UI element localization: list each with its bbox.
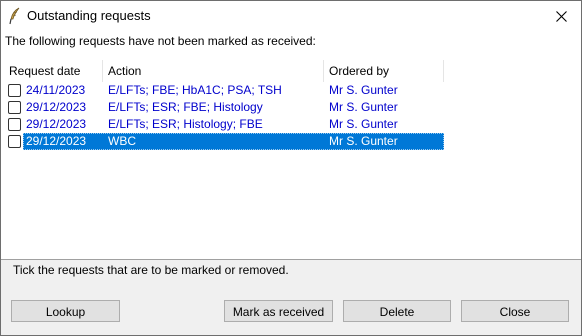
close-button[interactable]: Close [461, 300, 569, 322]
row-checkbox[interactable] [8, 101, 21, 114]
title-bar[interactable]: Outstanding requests [1, 1, 581, 31]
column-separator[interactable] [443, 60, 444, 82]
intro-text: The following requests have not been mar… [5, 34, 316, 48]
column-header-action[interactable]: Action [103, 60, 323, 82]
list-item[interactable]: 29/12/2023 E/LFTs; ESR; Histology; FBE M… [4, 116, 444, 133]
mark-as-received-button[interactable]: Mark as received [224, 300, 333, 322]
feather-quill-icon [7, 7, 23, 25]
list-header: Request date Action Ordered by [4, 60, 444, 83]
request-action: WBC [108, 134, 136, 148]
lookup-button[interactable]: Lookup [11, 300, 120, 322]
ordered-by: Mr S. Gunter [329, 134, 398, 148]
delete-button[interactable]: Delete [343, 300, 451, 322]
request-date: 29/12/2023 [26, 117, 87, 131]
request-date: 29/12/2023 [26, 100, 87, 114]
request-date: 24/11/2023 [26, 83, 86, 97]
request-action: E/LFTs; ESR; Histology; FBE [108, 117, 263, 131]
panel-divider [1, 259, 581, 260]
ordered-by: Mr S. Gunter [329, 100, 398, 114]
list-item-selected[interactable]: 29/12/2023 WBC Mr S. Gunter [4, 133, 444, 150]
list-item[interactable]: 24/11/2023 E/LFTs; FBE; HbA1C; PSA; TSH … [4, 82, 444, 99]
window-title: Outstanding requests [27, 8, 151, 23]
hint-text: Tick the requests that are to be marked … [13, 263, 289, 277]
ordered-by: Mr S. Gunter [329, 117, 398, 131]
row-checkbox[interactable] [8, 84, 21, 97]
request-date: 29/12/2023 [26, 134, 87, 148]
column-header-request-date[interactable]: Request date [4, 60, 102, 82]
request-action: E/LFTs; FBE; HbA1C; PSA; TSH [108, 83, 282, 97]
close-window-button[interactable] [541, 1, 581, 31]
request-action: E/LFTs; ESR; FBE; Histology [108, 100, 263, 114]
row-checkbox[interactable] [8, 118, 21, 131]
list-item[interactable]: 29/12/2023 E/LFTs; ESR; FBE; Histology M… [4, 99, 444, 116]
column-header-ordered-by[interactable]: Ordered by [324, 60, 443, 82]
row-checkbox[interactable] [8, 135, 21, 148]
outstanding-requests-dialog: Outstanding requests The following reque… [0, 0, 582, 336]
requests-panel: The following requests have not been mar… [1, 31, 581, 259]
ordered-by: Mr S. Gunter [329, 83, 398, 97]
close-icon [555, 10, 567, 22]
